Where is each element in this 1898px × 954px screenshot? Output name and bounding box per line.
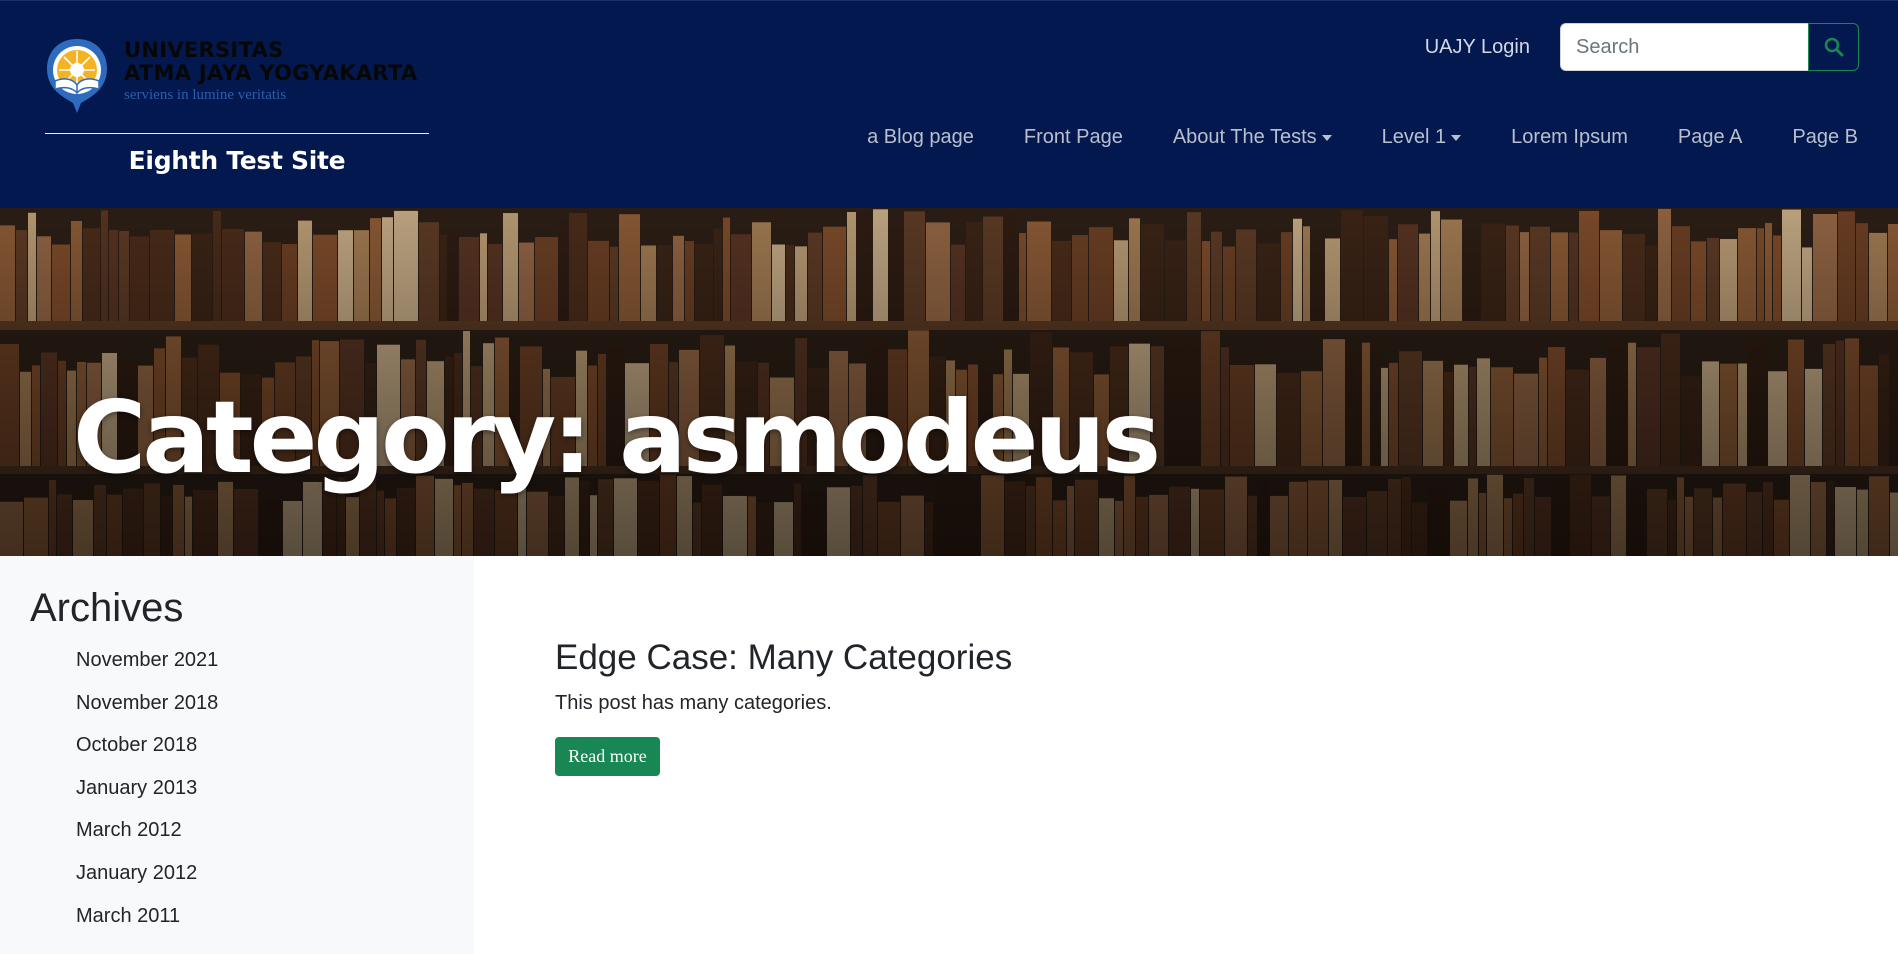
logo-motto: serviens in lumine veritatis [124,87,287,103]
nav-item-front-page[interactable]: Front Page [1024,118,1123,156]
read-more-button[interactable]: Read more [555,737,660,776]
nav-item-page-b[interactable]: Page B [1792,118,1858,156]
chevron-down-icon [1451,134,1462,141]
page-title: Category: asmodeus [73,379,1161,496]
logo-wordmark: UNIVERSITAS ATMA JAYA YOGYAKARTA servien… [124,39,434,105]
archive-link-march-2011[interactable]: March 2011 [76,904,218,947]
nav-item-label: Front Page [1023,126,1123,148]
nav-item-blog-page[interactable]: a Blog page [867,118,974,156]
archive-link-january-2012[interactable]: January 2012 [76,861,218,904]
university-logo: UNIVERSITAS ATMA JAYA YOGYAKARTA servien… [45,37,429,117]
nav-item-label: About The Tests [1172,126,1317,148]
post-card: Edge Case: Many Categories This post has… [555,633,1455,776]
logo-line-university-name: ATMA JAYA YOGYAKARTA [124,61,418,85]
archive-link-january-2013[interactable]: January 2013 [76,776,218,819]
post-title[interactable]: Edge Case: Many Categories [555,633,1455,683]
nav-item-about-the-tests[interactable]: About The Tests [1173,118,1332,156]
sidebar: Archives November 2021 November 2018 Oct… [0,556,474,954]
site-header: UNIVERSITAS ATMA JAYA YOGYAKARTA servien… [0,0,1898,208]
search-button[interactable] [1808,23,1859,71]
nav-item-level-1[interactable]: Level 1 [1382,118,1462,156]
archive-link-march-2012[interactable]: March 2012 [76,818,218,861]
site-title[interactable]: Eighth Test Site [45,145,429,177]
brand-divider [45,133,429,134]
archives-heading: Archives [30,586,184,630]
nav-item-label: Level 1 [1381,126,1447,148]
archive-link-november-2018[interactable]: November 2018 [76,691,218,734]
archive-list: November 2021 November 2018 October 2018… [76,648,218,946]
chevron-down-icon [1321,134,1332,141]
nav-item-label: Page A [1677,126,1743,148]
uajy-login-link[interactable]: UAJY Login [1425,23,1530,71]
logo-line-universitas: UNIVERSITAS [124,38,284,62]
archive-link-november-2021[interactable]: November 2021 [76,648,218,691]
nav-item-label: a Blog page [867,126,974,148]
post-excerpt: This post has many categories. [555,692,832,714]
search-input[interactable] [1560,23,1808,71]
main-navigation: a Blog page Front Page About The Tests L… [867,118,1858,156]
brand-home-link[interactable]: UNIVERSITAS ATMA JAYA YOGYAKARTA servien… [45,37,429,175]
nav-item-lorem-ipsum[interactable]: Lorem Ipsum [1511,118,1628,156]
header-utility-bar: UAJY Login [1425,23,1859,71]
university-seal-icon [47,39,107,113]
archive-link-october-2018[interactable]: October 2018 [76,733,218,776]
nav-item-label: Lorem Ipsum [1511,126,1628,148]
hero-banner: Category: asmodeus [0,208,1898,556]
search-icon [1824,37,1843,57]
search-form [1560,23,1859,71]
nav-item-page-a[interactable]: Page A [1678,118,1743,156]
nav-item-label: Page B [1792,126,1858,148]
